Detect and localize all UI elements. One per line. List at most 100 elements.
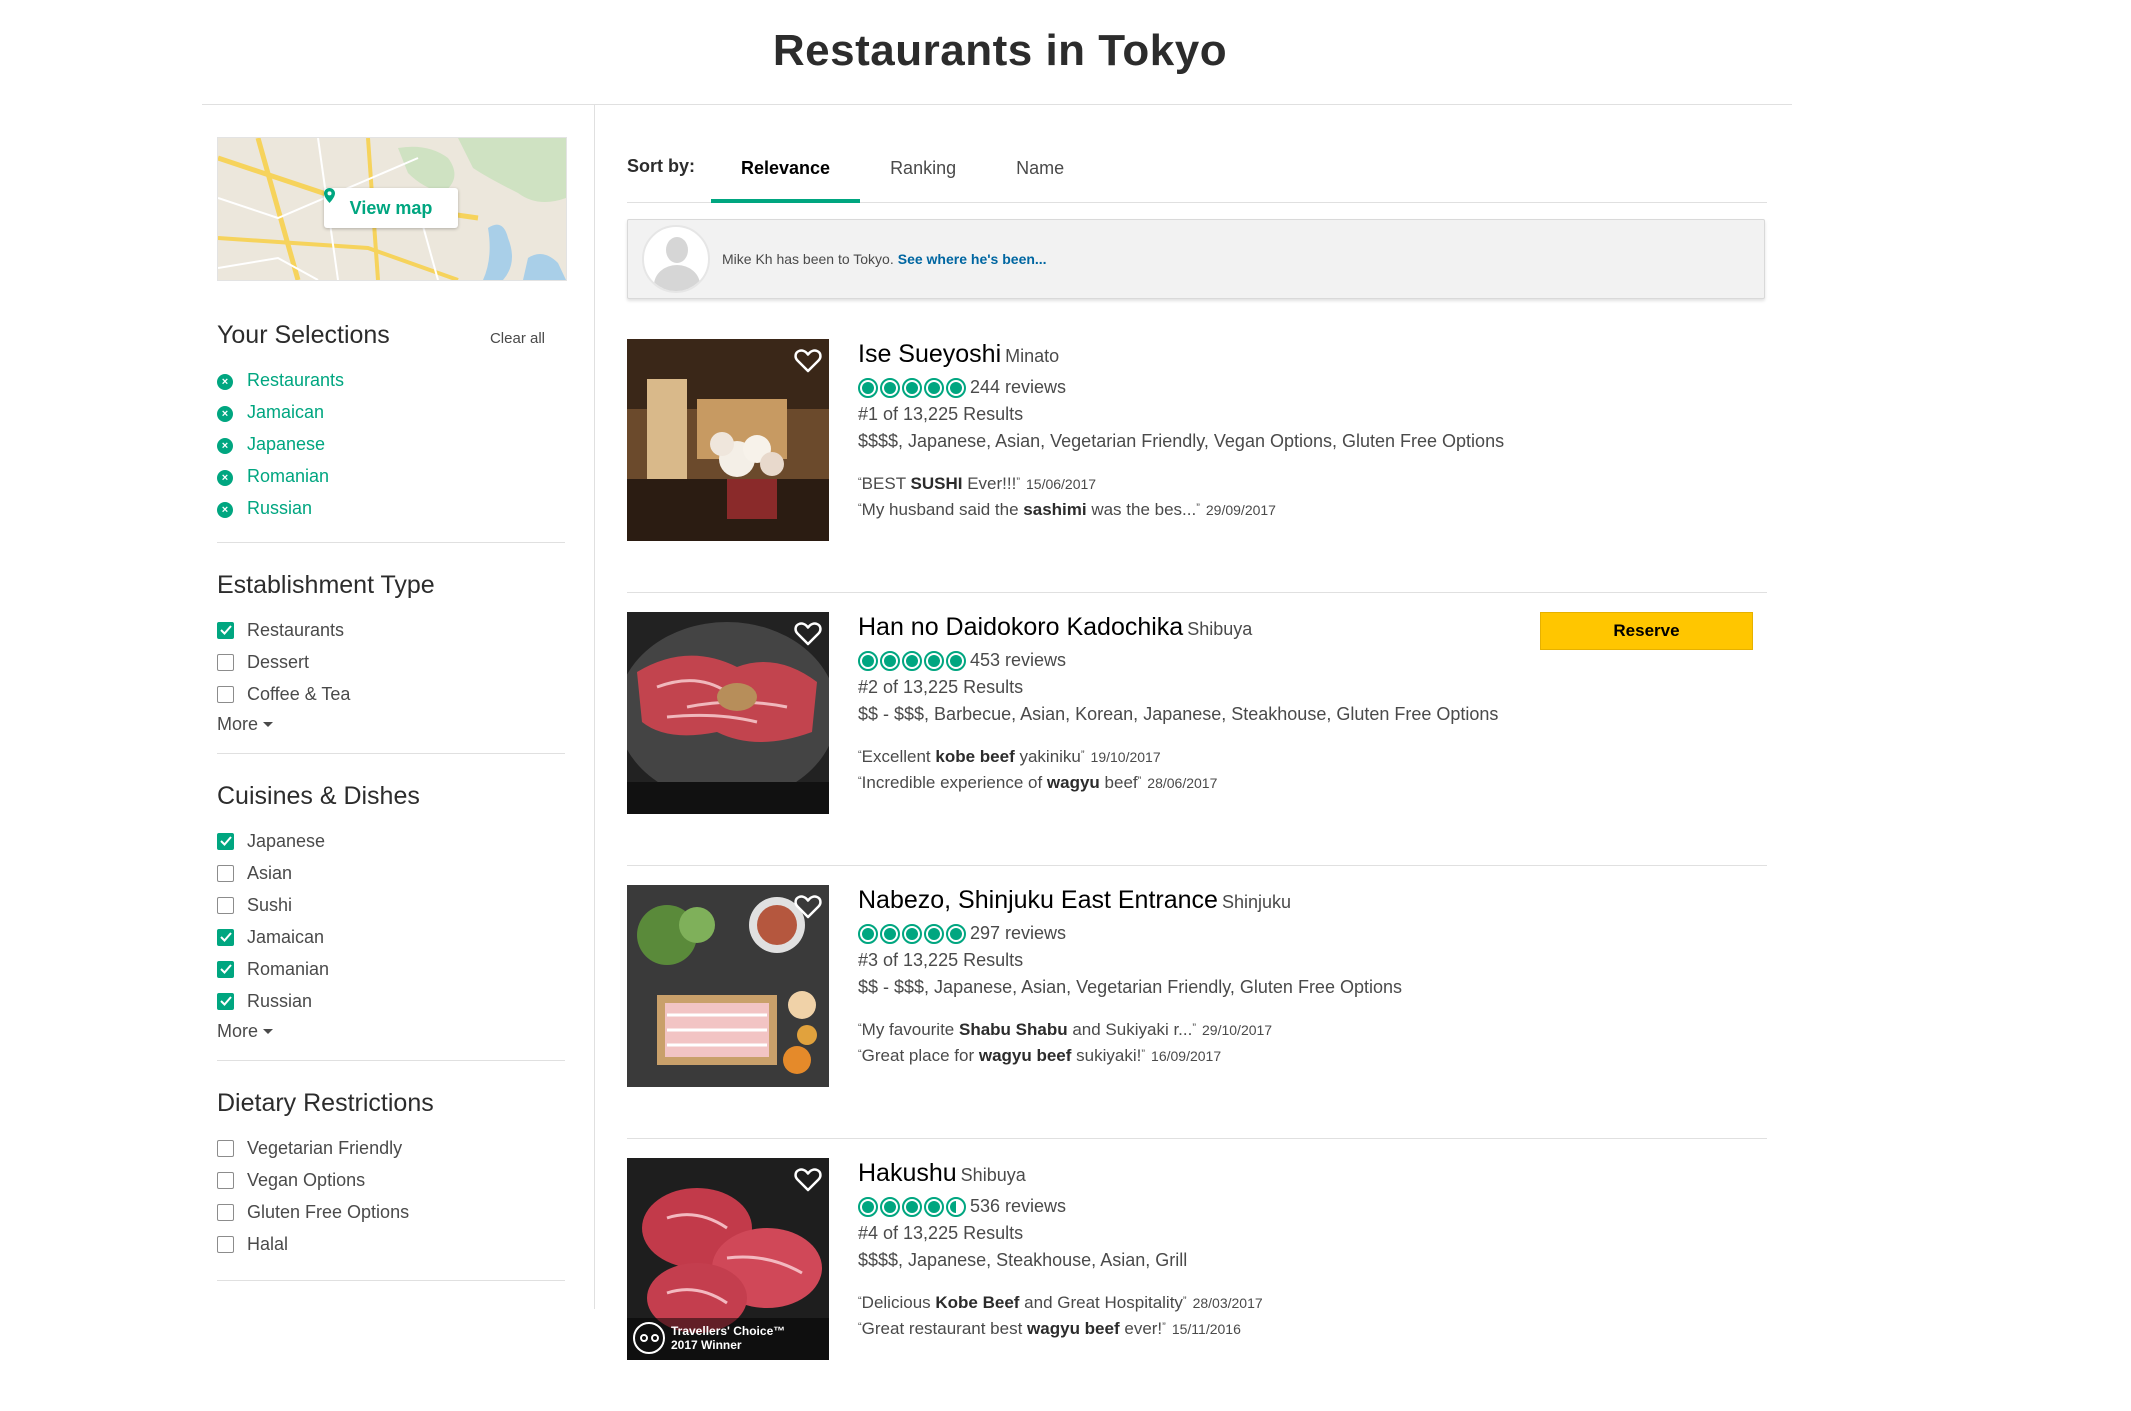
filter-option[interactable]: Coffee & Tea <box>217 678 567 710</box>
rating-bubble-icon <box>924 377 944 398</box>
open-quote: “ <box>858 1295 862 1307</box>
check-icon <box>219 932 232 942</box>
restaurant-neighborhood: Minato <box>1005 346 1060 366</box>
selection-label: Japanese <box>247 433 326 454</box>
review-snippet[interactable]: “Delicious Kobe Beef and Great Hospitali… <box>858 1293 1767 1319</box>
travellers-choice-badge: Travellers' Choice™ 2017 Winner <box>633 1322 791 1354</box>
remove-selection-icon[interactable]: × <box>217 406 233 422</box>
filter-option-label: Vegan Options <box>247 1169 366 1190</box>
rating-bubbles <box>858 377 966 398</box>
dietary-title: Dietary Restrictions <box>217 1089 434 1117</box>
checkbox[interactable] <box>217 1139 234 1157</box>
review-snippet[interactable]: “BEST SUSHI Ever!!!” 15/06/2017 <box>858 474 1767 500</box>
cuisine-tags: $$ - $$$, Japanese, Asian, Vegetarian Fr… <box>858 977 1402 997</box>
rating-bubble-icon <box>858 1196 878 1217</box>
remove-selection-icon[interactable]: × <box>217 470 233 486</box>
rating-bubbles <box>858 923 966 944</box>
checkbox-checked[interactable] <box>217 960 234 978</box>
review-count[interactable]: 297 reviews <box>970 923 1066 944</box>
filter-option[interactable]: Halal <box>217 1228 567 1260</box>
filter-option[interactable]: Romanian <box>217 953 567 985</box>
restaurant-thumbnail[interactable] <box>627 612 829 814</box>
clear-all-link[interactable]: Clear all <box>490 330 545 347</box>
heart-icon[interactable] <box>793 891 823 921</box>
selection-item[interactable]: × Romanian <box>217 460 567 492</box>
rating-bubble-icon <box>946 923 966 944</box>
restaurant-neighborhood: Shinjuku <box>1221 892 1291 912</box>
filter-option-label: Romanian <box>247 958 330 979</box>
restaurant-name-line: Nabezo, Shinjuku East Entrance Shinjuku <box>858 886 1767 915</box>
filter-option[interactable]: Asian <box>217 857 567 889</box>
restaurant-name[interactable]: Ise Sueyoshi <box>858 340 1001 368</box>
review-snippets: “My favourite Shabu Shabu and Sukiyaki r… <box>858 1020 1767 1072</box>
checkbox-checked[interactable] <box>217 832 234 850</box>
checkbox-checked[interactable] <box>217 992 234 1010</box>
selection-item[interactable]: × Japanese <box>217 428 567 460</box>
review-snippet[interactable]: “Great place for wagyu beef sukiyaki!” 16… <box>858 1046 1767 1072</box>
filter-option[interactable]: Japanese <box>217 825 567 857</box>
review-snippet[interactable]: “Incredible experience of wagyu beef” 28/… <box>858 773 1767 799</box>
restaurant-thumbnail[interactable]: Travellers' Choice™ 2017 Winner <box>627 1158 829 1360</box>
checkbox[interactable] <box>217 1171 234 1189</box>
selection-item[interactable]: × Restaurants <box>217 364 567 396</box>
reserve-button[interactable]: Reserve <box>1540 612 1753 650</box>
ranking-text: #2 of 13,225 Results <box>858 677 1024 697</box>
review-count[interactable]: 453 reviews <box>970 650 1066 671</box>
rating-bubble-icon <box>924 1196 944 1217</box>
checkbox[interactable] <box>217 1235 234 1253</box>
view-map-button[interactable]: View map <box>324 188 458 228</box>
ranking-text: #1 of 13,225 Results <box>858 404 1024 424</box>
filter-option[interactable]: Gluten Free Options <box>217 1196 567 1228</box>
selection-item[interactable]: × Russian <box>217 492 567 524</box>
filter-option-label: Halal <box>247 1233 289 1254</box>
filter-option[interactable]: Vegetarian Friendly <box>217 1132 567 1164</box>
checkbox[interactable] <box>217 896 234 914</box>
restaurant-thumbnail[interactable] <box>627 339 829 541</box>
cuisine-tags: $$$$, Japanese, Steakhouse, Asian, Grill <box>858 1250 1188 1270</box>
restaurant-name[interactable]: Nabezo, Shinjuku East Entrance <box>858 886 1218 914</box>
establishment-more-link[interactable]: More <box>217 714 567 735</box>
restaurant-name[interactable]: Han no Daidokoro Kadochika <box>858 613 1183 641</box>
filter-option-label: Jamaican <box>247 926 325 947</box>
sort-tab-relevance[interactable]: Relevance <box>711 150 861 203</box>
close-quote: ” <box>1162 1321 1166 1333</box>
review-count[interactable]: 244 reviews <box>970 377 1066 398</box>
restaurant-name[interactable]: Hakushu <box>858 1159 957 1187</box>
remove-selection-icon[interactable]: × <box>217 374 233 390</box>
restaurant-thumbnail[interactable] <box>627 885 829 1087</box>
remove-selection-icon[interactable]: × <box>217 438 233 454</box>
heart-icon[interactable] <box>793 1164 823 1194</box>
snippet-text: My favourite <box>861 1020 959 1039</box>
filter-option[interactable]: Restaurants <box>217 614 567 646</box>
checkbox[interactable] <box>217 864 234 882</box>
checkbox-checked[interactable] <box>217 928 234 946</box>
remove-selection-icon[interactable]: × <box>217 502 233 518</box>
banner-link[interactable]: See where he's been... <box>898 251 1047 267</box>
selection-item[interactable]: × Jamaican <box>217 396 567 428</box>
sort-tab-name[interactable]: Name <box>986 150 1094 202</box>
cuisines-more-link[interactable]: More <box>217 1021 567 1042</box>
heart-icon[interactable] <box>793 345 823 375</box>
filter-option[interactable]: Jamaican <box>217 921 567 953</box>
snippet-text: Incredible experience of <box>861 773 1047 792</box>
sort-tab-ranking[interactable]: Ranking <box>860 150 986 202</box>
filter-option[interactable]: Russian <box>217 985 567 1017</box>
filter-option[interactable]: Sushi <box>217 889 567 921</box>
review-snippet[interactable]: “Great restaurant best wagyu beef ever!”… <box>858 1319 1767 1345</box>
snippet-text: sukiyaki! <box>1071 1046 1142 1065</box>
checkbox[interactable] <box>217 685 234 703</box>
restaurant-listing: Travellers' Choice™ 2017 Winner Hakushu Sh… <box>627 1158 1767 1411</box>
snippet-text: ever! <box>1119 1319 1163 1338</box>
filter-option[interactable]: Dessert <box>217 646 567 678</box>
map-preview[interactable]: View map <box>217 137 567 281</box>
filter-option[interactable]: Vegan Options <box>217 1164 567 1196</box>
review-count[interactable]: 536 reviews <box>970 1196 1066 1217</box>
review-snippet[interactable]: “My favourite Shabu Shabu and Sukiyaki r… <box>858 1020 1767 1046</box>
review-snippet[interactable]: “Excellent kobe beef yakiniku” 19/10/2017 <box>858 747 1767 773</box>
review-snippet[interactable]: “My husband said the sashimi was the bes… <box>858 500 1767 526</box>
snippet-date: 16/09/2017 <box>1151 1048 1222 1064</box>
checkbox[interactable] <box>217 653 234 671</box>
heart-icon[interactable] <box>793 618 823 648</box>
checkbox[interactable] <box>217 1203 234 1221</box>
checkbox-checked[interactable] <box>217 621 234 639</box>
